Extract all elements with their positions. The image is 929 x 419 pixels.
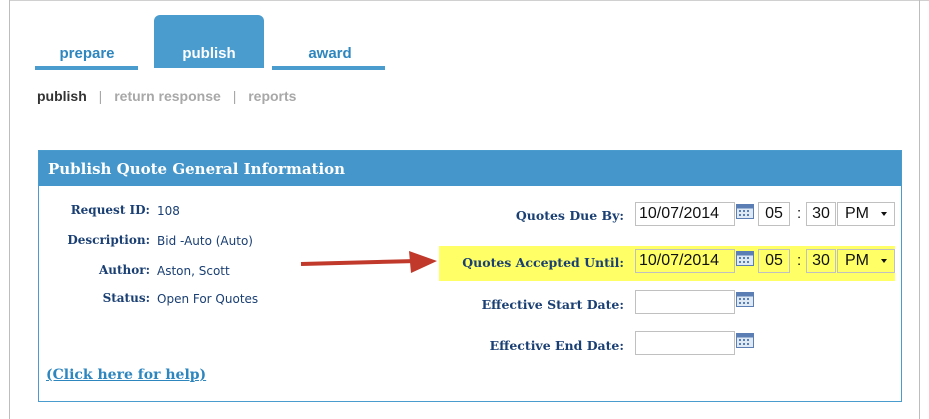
- description-value: Bid -Auto (Auto): [157, 234, 253, 248]
- tab-publish[interactable]: publish: [154, 15, 264, 68]
- request-id-label: Request ID:: [70, 203, 150, 217]
- dropdown-caret-icon: [881, 212, 887, 216]
- description-label: Description:: [67, 233, 150, 247]
- calendar-icon[interactable]: [736, 292, 754, 307]
- help-link[interactable]: (Click here for help): [46, 367, 206, 383]
- quotes-accepted-until-minute[interactable]: 30: [806, 249, 836, 273]
- quotes-due-by-minute[interactable]: 30: [806, 202, 836, 226]
- author-value: Aston, Scott: [157, 264, 230, 278]
- quotes-accepted-until-ampm-value: PM: [845, 252, 869, 269]
- quotes-due-by-date-input[interactable]: 10/07/2014: [635, 202, 735, 226]
- tab-prepare-label: prepare: [59, 45, 115, 62]
- quotes-accepted-until-label: Quotes Accepted Until:: [462, 255, 624, 270]
- quotes-due-by-ampm-select[interactable]: PM: [837, 202, 895, 226]
- effective-end-date-label: Effective End Date:: [489, 338, 624, 353]
- tab-prepare[interactable]: prepare: [38, 45, 136, 62]
- tab-award-label: award: [308, 45, 352, 62]
- tab-prepare-underline: [35, 66, 138, 70]
- effective-end-date-input[interactable]: [635, 331, 735, 355]
- time-colon: :: [797, 205, 802, 222]
- calendar-icon[interactable]: [736, 251, 754, 266]
- author-label: Author:: [98, 263, 150, 277]
- quotes-due-by-hour[interactable]: 05: [758, 202, 790, 226]
- status-value: Open For Quotes: [157, 292, 259, 306]
- sub-navigation: publish | return response | reports: [37, 88, 296, 104]
- calendar-icon[interactable]: [736, 204, 754, 219]
- frame-top-border: [9, 0, 929, 1]
- subnav-separator: |: [98, 88, 103, 104]
- status-label: Status:: [102, 291, 150, 305]
- time-colon: :: [797, 252, 802, 269]
- panel-header: Publish Quote General Information: [39, 151, 901, 186]
- subnav-reports[interactable]: reports: [248, 88, 296, 104]
- subnav-separator: |: [232, 88, 237, 104]
- quotes-accepted-until-date-input[interactable]: 10/07/2014: [635, 249, 735, 273]
- calendar-icon[interactable]: [736, 333, 754, 348]
- tab-award[interactable]: award: [275, 45, 385, 62]
- effective-start-date-input[interactable]: [635, 290, 735, 314]
- subnav-publish[interactable]: publish: [37, 88, 87, 104]
- request-id-value: 108: [157, 204, 180, 218]
- subnav-return-response[interactable]: return response: [114, 88, 221, 104]
- quotes-accepted-until-hour[interactable]: 05: [758, 249, 790, 273]
- quotes-accepted-until-ampm-select[interactable]: PM: [837, 249, 895, 273]
- quotes-due-by-ampm-value: PM: [845, 205, 869, 222]
- effective-start-date-label: Effective Start Date:: [481, 297, 624, 312]
- panel-title: Publish Quote General Information: [48, 160, 346, 178]
- tab-award-underline: [272, 66, 385, 70]
- publish-quote-panel: Publish Quote General Information Reques…: [38, 150, 902, 402]
- quotes-due-by-label: Quotes Due By:: [515, 208, 624, 223]
- tab-publish-label: publish: [182, 45, 236, 62]
- frame-right-border: [919, 0, 920, 419]
- dropdown-caret-icon: [881, 259, 887, 263]
